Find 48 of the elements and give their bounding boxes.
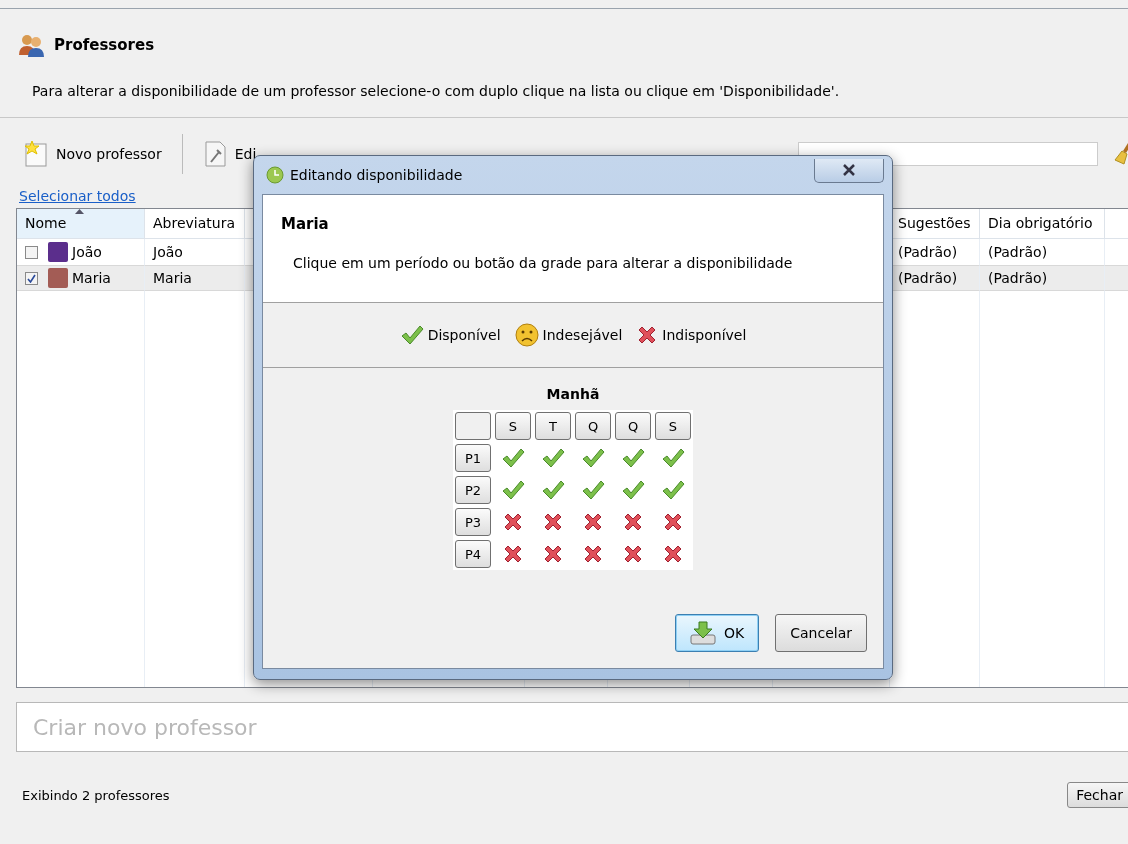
table-cell: (Padrão) [980, 265, 1105, 291]
teacher-name: Maria [281, 215, 330, 233]
edit-document-icon [202, 140, 229, 168]
edit-button[interactable]: Edi [196, 136, 263, 172]
name-text: Maria [72, 270, 111, 286]
day-button[interactable]: S [655, 412, 691, 440]
legend-label: Indisponível [662, 327, 747, 343]
period-button[interactable]: P2 [455, 476, 491, 504]
cancel-button[interactable]: Cancelar [775, 614, 867, 652]
day-button[interactable]: T [535, 412, 571, 440]
table-row[interactable]: Maria [17, 265, 145, 291]
sort-arrow-icon [75, 209, 84, 214]
checkbox[interactable] [25, 245, 38, 259]
column-header[interactable]: Dia obrigatório [980, 209, 1105, 239]
close-button[interactable] [814, 159, 884, 183]
period-button[interactable]: P4 [455, 540, 491, 568]
day-button[interactable]: Q [615, 412, 651, 440]
column-header[interactable]: Nome [17, 209, 145, 239]
clock-icon [266, 166, 284, 184]
new-document-icon [24, 140, 50, 168]
day-button[interactable]: S [495, 412, 531, 440]
legend-label: Indesejável [542, 327, 623, 343]
period-button[interactable]: P3 [455, 508, 491, 536]
legend-label: Disponível [427, 327, 501, 343]
window-title: Professores [54, 36, 155, 54]
instruction-text: Clique em um período ou botão da grade para alterar a disponibilidade [292, 255, 794, 271]
status-text: Exibindo 2 professores [22, 787, 170, 803]
broom-icon[interactable] [1114, 142, 1128, 166]
close-button[interactable]: Fechar [1067, 782, 1128, 808]
download-icon [690, 621, 717, 645]
select-all-button[interactable] [455, 412, 491, 440]
table-cell: (Padrão) [890, 265, 980, 291]
section-title: Manhã [545, 386, 601, 402]
select-all-link[interactable]: Selecionar todos [19, 188, 136, 206]
ok-button[interactable]: OK [675, 614, 760, 652]
day-button[interactable]: Q [575, 412, 611, 440]
column-header[interactable]: Abreviatura [145, 209, 245, 239]
column-header[interactable]: Sugestões [890, 209, 980, 239]
checkbox[interactable] [25, 271, 38, 285]
close-icon [842, 163, 856, 176]
period-button[interactable]: P1 [455, 444, 491, 472]
new-professor-field[interactable]: Criar novo professor [16, 702, 1128, 752]
people-icon [18, 33, 46, 57]
description-text: Para alterar a disponibilidade de um professor selecione-o com duplo clique na lista ou clique em 'Disponibilidade'. [31, 82, 841, 101]
name-text: João [72, 244, 102, 260]
dialog-title: Editando disponibilidade [290, 167, 463, 183]
new-professor-button[interactable]: Novo professor [18, 136, 168, 172]
table-cell: Maria [145, 265, 245, 291]
